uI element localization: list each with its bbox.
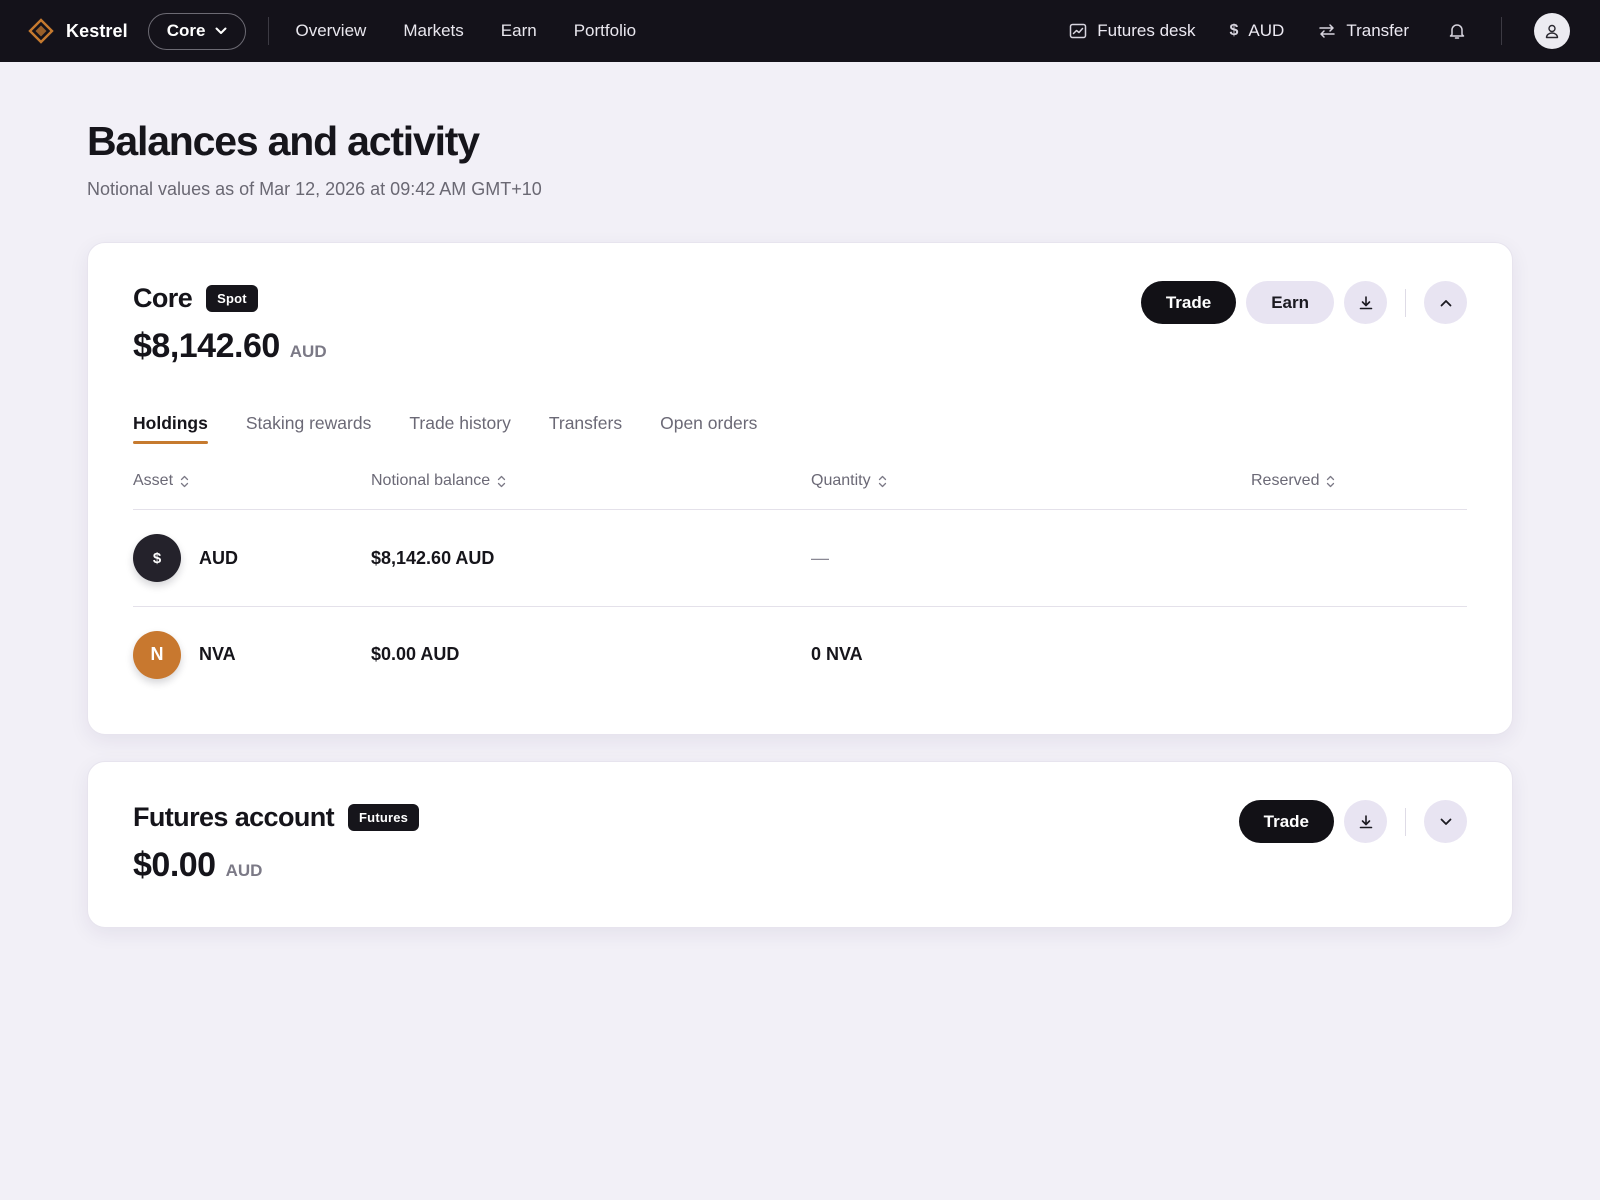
trade-button[interactable]: Trade bbox=[1140, 281, 1237, 324]
column-header-reserved[interactable]: Reserved bbox=[1251, 472, 1467, 490]
top-nav: Kestrel Core Overview Markets Earn Portf… bbox=[0, 0, 1600, 62]
page-title: Balances and activity bbox=[87, 118, 480, 164]
sort-icon bbox=[878, 475, 887, 488]
collapse-button[interactable] bbox=[1424, 281, 1467, 324]
brand[interactable]: Kestrel bbox=[28, 18, 128, 44]
expand-button[interactable] bbox=[1424, 800, 1467, 843]
nav-link-overview[interactable]: Overview bbox=[295, 21, 366, 41]
column-header-label: Reserved bbox=[1251, 472, 1320, 489]
holdings-table: Asset Notional balance Quantity Reserved bbox=[133, 472, 1467, 702]
balance-currency: AUD bbox=[289, 342, 327, 361]
actions-divider bbox=[1405, 807, 1406, 836]
asset-cell: N NVA bbox=[133, 630, 371, 679]
main-nav: Overview Markets Earn Portfolio bbox=[295, 21, 636, 41]
balance-amount: $8,142.60 bbox=[133, 327, 280, 365]
chart-icon bbox=[1069, 22, 1087, 40]
trade-button[interactable]: Trade bbox=[1238, 800, 1334, 843]
account-type-badge: Futures bbox=[348, 804, 420, 831]
nav-right: Futures desk $ AUD Transfer bbox=[1069, 13, 1570, 49]
futures-desk-label: Futures desk bbox=[1097, 21, 1196, 40]
tab-trade-history[interactable]: Trade history bbox=[409, 413, 510, 444]
chevron-down-icon bbox=[1440, 818, 1452, 826]
tab-open-orders[interactable]: Open orders bbox=[660, 413, 757, 444]
asset-symbol: NVA bbox=[199, 644, 236, 664]
futures-desk-link[interactable]: Futures desk bbox=[1069, 21, 1196, 41]
bell-icon[interactable] bbox=[1449, 22, 1465, 40]
nav-divider bbox=[1501, 17, 1502, 45]
notional-balance-cell: $0.00 AUD bbox=[371, 644, 460, 664]
nav-link-earn[interactable]: Earn bbox=[501, 21, 537, 41]
download-icon bbox=[1358, 814, 1374, 830]
download-icon bbox=[1358, 295, 1374, 311]
aud-icon: $ bbox=[133, 534, 181, 582]
earn-button[interactable]: Earn bbox=[1246, 281, 1334, 324]
tab-holdings[interactable]: Holdings bbox=[133, 413, 208, 444]
currency-label: AUD bbox=[1248, 21, 1285, 40]
futures-account-card: Futures account Futures $0.00 AUD Trade bbox=[87, 761, 1513, 928]
account-tabs: Holdings Staking rewards Trade history T… bbox=[133, 413, 1467, 444]
tab-transfers[interactable]: Transfers bbox=[549, 413, 622, 444]
chevron-up-icon bbox=[1440, 299, 1452, 307]
account-balance: $8,142.60 AUD bbox=[133, 327, 1467, 366]
transfer-arrows-icon bbox=[1318, 23, 1336, 39]
card-actions: Trade bbox=[1238, 800, 1467, 843]
column-header-notional-balance[interactable]: Notional balance bbox=[371, 472, 811, 490]
asset-symbol: AUD bbox=[199, 547, 238, 568]
actions-divider bbox=[1405, 288, 1406, 317]
column-header-label: Asset bbox=[133, 472, 174, 489]
column-header-label: Quantity bbox=[811, 472, 871, 489]
balance-amount: $0.00 bbox=[133, 846, 216, 884]
brand-name: Kestrel bbox=[66, 20, 128, 41]
nav-link-markets[interactable]: Markets bbox=[403, 21, 463, 41]
transfer-label: Transfer bbox=[1346, 21, 1409, 40]
account-type-badge: Spot bbox=[206, 285, 258, 312]
account-balance: $0.00 AUD bbox=[133, 846, 1467, 885]
sort-icon bbox=[497, 475, 506, 488]
nva-icon: N bbox=[133, 630, 181, 679]
table-header: Asset Notional balance Quantity Reserved bbox=[133, 472, 1467, 510]
main-content: Balances and activity Notional values as… bbox=[0, 118, 1600, 928]
sort-icon bbox=[1326, 475, 1335, 488]
quantity-cell: — bbox=[811, 547, 829, 568]
column-header-quantity[interactable]: Quantity bbox=[811, 472, 1251, 490]
column-header-label: Notional balance bbox=[371, 472, 491, 489]
kestrel-logo-icon bbox=[28, 18, 54, 44]
notional-balance-cell: $8,142.60 AUD bbox=[371, 547, 495, 568]
dollar-icon: $ bbox=[1229, 22, 1239, 39]
download-button[interactable] bbox=[1344, 800, 1387, 843]
column-header-asset[interactable]: Asset bbox=[133, 472, 371, 490]
card-actions: Trade Earn bbox=[1140, 281, 1467, 324]
transfer-link[interactable]: Transfer bbox=[1318, 21, 1409, 41]
page-subtitle: Notional values as of Mar 12, 2026 at 09… bbox=[87, 179, 542, 199]
avatar[interactable] bbox=[1534, 13, 1570, 49]
tab-staking-rewards[interactable]: Staking rewards bbox=[246, 413, 371, 444]
user-icon bbox=[1544, 23, 1560, 39]
account-name: Futures account bbox=[133, 802, 335, 832]
account-switcher-label: Core bbox=[166, 21, 206, 40]
nav-link-portfolio[interactable]: Portfolio bbox=[574, 21, 636, 41]
currency-selector[interactable]: $ AUD bbox=[1230, 21, 1285, 41]
balance-currency: AUD bbox=[225, 861, 263, 880]
download-button[interactable] bbox=[1344, 281, 1387, 324]
table-row[interactable]: $ AUD $8,142.60 AUD — bbox=[133, 510, 1467, 606]
table-row[interactable]: N NVA $0.00 AUD 0 NVA bbox=[133, 606, 1467, 702]
quantity-cell: 0 NVA bbox=[811, 644, 863, 664]
sort-icon bbox=[180, 475, 189, 488]
account-name: Core bbox=[133, 283, 193, 313]
core-account-card: Core Spot $8,142.60 AUD Trade Earn Holdi… bbox=[87, 242, 1513, 735]
nav-divider bbox=[268, 17, 270, 45]
chevron-down-icon bbox=[215, 27, 227, 35]
account-switcher[interactable]: Core bbox=[147, 12, 247, 50]
asset-cell: $ AUD bbox=[133, 534, 371, 582]
